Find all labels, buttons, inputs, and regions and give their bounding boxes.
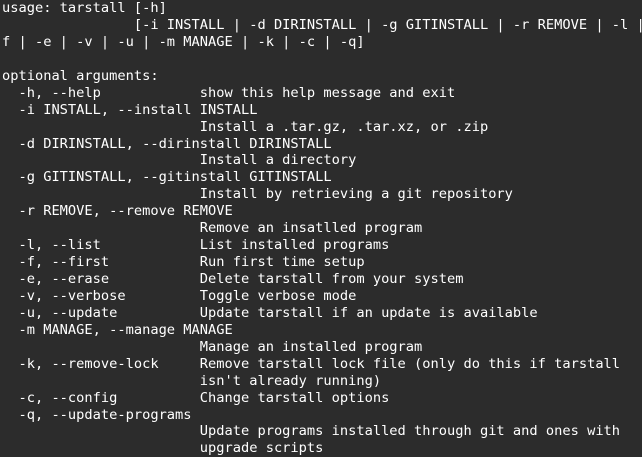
- terminal-line-help: -h, --help show this help message and ex…: [2, 84, 456, 101]
- terminal-line-install-desc: Install a .tar.gz, .tar.xz, or .zip: [2, 118, 489, 135]
- terminal-line-first: -f, --first Run first time setup: [2, 254, 365, 271]
- terminal-line-update-programs: -q, --update-programs: [2, 406, 192, 423]
- terminal-line-dirinstall: -d DIRINSTALL, --dirinstall DIRINSTALL: [2, 135, 332, 152]
- terminal-line-install: -i INSTALL, --install INSTALL: [2, 101, 258, 118]
- terminal-line-remove: -r REMOVE, --remove REMOVE: [2, 203, 233, 220]
- terminal-line-update-programs-desc-2: upgrade scripts: [2, 440, 324, 457]
- terminal-line-verbose: -v, --verbose Toggle verbose mode: [2, 287, 357, 304]
- terminal-line-optional-heading: optional arguments:: [2, 67, 159, 84]
- terminal-line-update-programs-desc-1: Update programs installed through git an…: [2, 423, 621, 440]
- terminal-line-config: -c, --config Change tarstall options: [2, 389, 390, 406]
- terminal-line-gitinstall-desc: Install by retrieving a git repository: [2, 186, 513, 203]
- terminal-line-usage-options-1: [-i INSTALL | -d DIRINSTALL | -g GITINST…: [2, 16, 642, 33]
- terminal-line-erase: -e, --erase Delete tarstall from your sy…: [2, 271, 464, 287]
- terminal-line-dirinstall-desc: Install a directory: [2, 152, 357, 169]
- terminal-line-update: -u, --update Update tarstall if an updat…: [2, 304, 538, 321]
- terminal-line-manage-desc: Manage an installed program: [2, 338, 423, 355]
- terminal-line-remove-desc: Remove an insatlled program: [2, 220, 423, 237]
- terminal-line-list: -l, --list List installed programs: [2, 237, 390, 254]
- terminal-line-usage-options-2: f | -e | -v | -u | -m MANAGE | -k | -c |…: [2, 33, 365, 50]
- terminal-output[interactable]: usage: tarstall [-h] [-i INSTALL | -d DI…: [0, 0, 642, 457]
- terminal-line-manage: -m MANAGE, --manage MANAGE: [2, 321, 233, 338]
- terminal-line-remove-lock-desc: isn't already running): [2, 372, 382, 389]
- terminal-line-gitinstall: -g GITINSTALL, --gitinstall GITINSTALL: [2, 169, 332, 186]
- terminal-line-remove-lock: -k, --remove-lock Remove tarstall lock f…: [2, 355, 621, 372]
- terminal-line-usage: usage: tarstall [-h]: [2, 0, 167, 16]
